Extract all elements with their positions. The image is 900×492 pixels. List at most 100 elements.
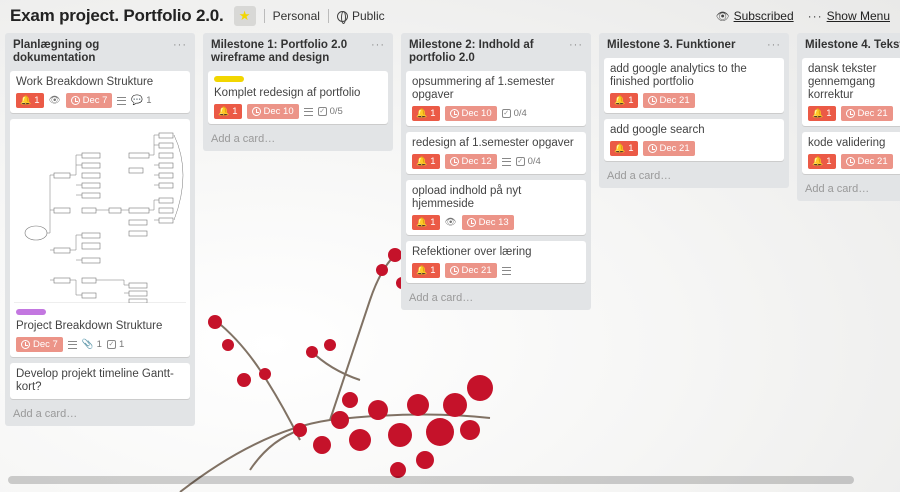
show-menu-button[interactable]: ··· Show Menu: [808, 9, 890, 23]
vote-badge: 🔔 1: [16, 93, 44, 108]
card-title: Work Breakdown Strukture: [16, 76, 154, 88]
card-badges: 🔔 1 Dec 21: [610, 141, 778, 156]
clock-icon: [449, 266, 459, 275]
checklist-icon: ✓: [317, 107, 327, 116]
description-icon: [67, 340, 77, 349]
due-date: Dec 12: [461, 156, 492, 167]
board-header: Exam project. Portfolio 2.0. ★ Personal …: [0, 0, 900, 32]
checklist-badge: ✓ 0/4: [501, 108, 527, 119]
due-badge: Dec 21: [642, 93, 695, 108]
list-header: Milestone 2: Indhold af portfolio 2.0 ··…: [406, 37, 586, 71]
due-date: Dec 21: [857, 108, 888, 119]
list-header: Milestone 1: Portfolio 2.0 wireframe and…: [208, 37, 388, 71]
checklist-count: 1: [118, 339, 125, 350]
due-badge: Dec 7: [65, 93, 113, 108]
due-badge: Dec 10: [444, 106, 497, 121]
team-label: Personal: [272, 9, 320, 23]
attachments-badge: 📎 1: [82, 339, 102, 350]
card[interactable]: Work Breakdown Strukture 🔔 1 👁 Dec 7 💬 1: [10, 71, 190, 113]
card[interactable]: add google analytics to the finished por…: [604, 58, 784, 113]
card[interactable]: kode validering 🔔 1 Dec 21: [802, 132, 900, 174]
card-title: opload indhold på nyt hjemmeside: [412, 185, 522, 210]
eye-icon: 👁: [715, 10, 730, 23]
card-badges: 🔔 1 Dec 12 ✓ 0/4: [412, 154, 580, 169]
bell-icon: 🔔: [812, 108, 824, 118]
add-card-button[interactable]: Add a card…: [208, 130, 388, 145]
due-badge: Dec 7: [16, 337, 63, 352]
due-date: Dec 21: [659, 143, 690, 154]
card-title: add google search: [610, 124, 705, 136]
list-menu-icon[interactable]: ···: [767, 39, 781, 52]
due-badge: Dec 10: [246, 104, 299, 119]
card[interactable]: add google search 🔔 1 Dec 21: [604, 119, 784, 161]
due-badge: Dec 13: [461, 215, 514, 230]
card-badges: 🔔 1 Dec 21: [412, 263, 580, 278]
card[interactable]: dansk tekster gennemgang korrektur 🔔 1 De…: [802, 58, 900, 126]
card-badges: 🔔 1 Dec 21: [808, 154, 896, 169]
card[interactable]: Project Breakdown Strukture Dec 7 📎 1 ✓ 1: [10, 119, 190, 357]
vote-badge: 🔔 1: [412, 263, 440, 278]
star-icon[interactable]: ★: [233, 6, 256, 26]
list-title[interactable]: Milestone 1: Portfolio 2.0 wireframe and…: [211, 39, 371, 65]
board-title[interactable]: Exam project. Portfolio 2.0.: [10, 6, 224, 26]
card-title: add google analytics to the finished por…: [610, 63, 747, 88]
add-card-button[interactable]: Add a card…: [604, 167, 784, 182]
card-badges: 🔔 1 👁 Dec 7 💬 1: [16, 93, 184, 108]
clock-icon: [449, 109, 459, 118]
due-date: Dec 13: [478, 217, 509, 228]
card[interactable]: opload indhold på nyt hjemmeside 🔔 1 👁 De…: [406, 180, 586, 235]
card[interactable]: redesign af 1.semester opgaver 🔔 1 Dec 12…: [406, 132, 586, 174]
due-badge: Dec 21: [840, 106, 893, 121]
list-title[interactable]: Milestone 3. Funktioner: [607, 39, 735, 52]
list-menu-icon[interactable]: ···: [371, 39, 385, 65]
clock-icon: [647, 96, 657, 105]
list-milestone-2: Milestone 2: Indhold af portfolio 2.0 ··…: [401, 33, 591, 310]
card-title: redesign af 1.semester opgaver: [412, 137, 574, 149]
vote-count: 1: [826, 156, 832, 167]
due-date: Dec 10: [461, 108, 492, 119]
add-card-button[interactable]: Add a card…: [406, 289, 586, 304]
list-menu-icon[interactable]: ···: [173, 39, 187, 65]
card-title: Refektioner over læring: [412, 246, 532, 258]
vote-count: 1: [430, 265, 436, 276]
eye-icon: 👁: [48, 95, 61, 106]
card[interactable]: Komplet redesign af portfolio 🔔 1 Dec 10 …: [208, 71, 388, 124]
horizontal-scrollbar[interactable]: [8, 476, 854, 484]
due-date: Dec 21: [659, 95, 690, 106]
card-badges: Dec 7 📎 1 ✓ 1: [16, 337, 184, 352]
header-right: 👁 Subscribed ··· Show Menu: [716, 0, 890, 32]
subscribed-label: Subscribed: [733, 9, 794, 23]
card[interactable]: Develop projekt timeline Gantt-kort?: [10, 363, 190, 399]
list-title[interactable]: Milestone 4. Tekster og validering: [805, 39, 900, 52]
list-header: Milestone 4. Tekster og validering: [802, 37, 900, 58]
vote-count: 1: [628, 95, 634, 106]
vote-count: 1: [628, 143, 634, 154]
card-title: Project Breakdown Strukture: [16, 320, 163, 332]
list-milestone-1: Milestone 1: Portfolio 2.0 wireframe and…: [203, 33, 393, 151]
card-cover-image: [14, 123, 186, 304]
vote-count: 1: [430, 156, 436, 167]
card-label-purple: [16, 309, 46, 315]
visibility-button[interactable]: Public: [336, 9, 385, 24]
clock-icon: [70, 96, 80, 105]
visibility-label: Public: [351, 9, 385, 23]
wbs-diagram-image: [24, 132, 184, 304]
comment-count: 1: [146, 95, 152, 106]
comments-badge: 💬 1: [131, 95, 151, 106]
team-button[interactable]: Personal: [273, 9, 320, 23]
list-menu-icon[interactable]: ···: [569, 39, 583, 65]
attachment-count: 1: [96, 339, 102, 350]
subscribed-button[interactable]: 👁 Subscribed: [716, 9, 794, 23]
add-card-button[interactable]: Add a card…: [802, 180, 900, 195]
card-badges: 🔔 1 Dec 10 ✓ 0/5: [214, 104, 382, 119]
add-card-button[interactable]: Add a card…: [10, 405, 190, 420]
card[interactable]: Refektioner over læring 🔔 1 Dec 21: [406, 241, 586, 283]
card-title: Develop projekt timeline Gantt-kort?: [16, 368, 174, 393]
list-title[interactable]: Milestone 2: Indhold af portfolio 2.0: [409, 39, 569, 65]
bell-icon: 🔔: [416, 108, 428, 118]
vote-badge: 🔔 1: [610, 93, 638, 108]
more-icon: ···: [807, 9, 823, 23]
vote-badge: 🔔 1: [808, 154, 836, 169]
list-title[interactable]: Planlægning og dokumentation: [13, 39, 173, 65]
card[interactable]: opsummering af 1.semester opgaver 🔔 1 Dec…: [406, 71, 586, 126]
